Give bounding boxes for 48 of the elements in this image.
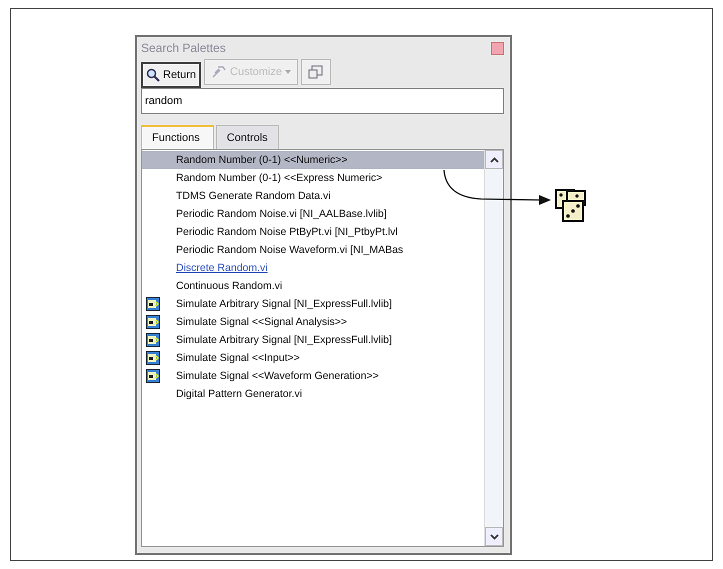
result-label: Random Number (0-1) <<Express Numeric>: [176, 172, 382, 184]
result-row[interactable]: Simulate Arbitrary Signal [NI_ExpressFull.lvlib]: [142, 331, 484, 349]
result-row[interactable]: Simulate Arbitrary Signal [NI_ExpressFull.lvlib]: [142, 295, 484, 313]
express-vi-icon: [146, 315, 160, 329]
result-label: Digital Pattern Generator.vi: [176, 388, 302, 400]
result-label: Periodic Random Noise PtByPt.vi [NI_PtbyPt.lvl: [176, 226, 398, 238]
result-label: Simulate Signal <<Input>>: [176, 352, 300, 364]
return-button[interactable]: Return: [141, 62, 202, 88]
result-row[interactable]: Periodic Random Noise.vi [NI_AALBase.lvlib]: [142, 205, 484, 223]
result-label: Continuous Random.vi: [176, 280, 282, 292]
wrench-icon: [211, 65, 228, 79]
result-label: Simulate Arbitrary Signal [NI_ExpressFull.lvlib]: [176, 298, 392, 310]
result-row[interactable]: Discrete Random.vi: [142, 259, 484, 277]
window-title: Search Palettes: [141, 41, 226, 55]
result-row[interactable]: Simulate Signal <<Signal Analysis>>: [142, 313, 484, 331]
result-label: TDMS Generate Random Data.vi: [176, 190, 331, 202]
result-label: Periodic Random Noise.vi [NI_AALBase.lvlib]: [176, 208, 387, 220]
express-vi-icon: [146, 369, 160, 383]
window-icon: [308, 65, 324, 79]
window-button[interactable]: [301, 59, 331, 85]
result-row[interactable]: Periodic Random Noise PtByPt.vi [NI_PtbyPt.lvl: [142, 223, 484, 241]
scrollbar[interactable]: [484, 150, 503, 546]
search-icon: [146, 68, 160, 82]
express-vi-icon: [146, 351, 160, 365]
result-label: Simulate Arbitrary Signal [NI_ExpressFull.lvlib]: [176, 334, 392, 346]
result-row[interactable]: Continuous Random.vi: [142, 277, 484, 295]
result-label: Periodic Random Noise Waveform.vi [NI_MABas: [176, 244, 404, 256]
result-row[interactable]: Digital Pattern Generator.vi: [142, 385, 484, 403]
express-vi-icon: [146, 297, 160, 311]
close-button[interactable]: [491, 42, 504, 54]
scroll-up-button[interactable]: [485, 150, 503, 169]
scroll-down-button[interactable]: [485, 527, 503, 546]
tab[interactable]: Functions: [141, 125, 214, 149]
dice-icon: [553, 187, 589, 223]
result-label: Random Number (0-1) <<Numeric>>: [176, 154, 348, 166]
result-label: Simulate Signal <<Waveform Generation>>: [176, 370, 379, 382]
caret-icon: [285, 70, 291, 74]
tab[interactable]: Controls: [216, 125, 279, 149]
search-field[interactable]: random: [141, 88, 504, 114]
result-row[interactable]: Random Number (0-1) <<Numeric>>: [142, 151, 484, 169]
result-row[interactable]: Periodic Random Noise Waveform.vi [NI_MABas: [142, 241, 484, 259]
result-row[interactable]: TDMS Generate Random Data.vi: [142, 187, 484, 205]
result-row[interactable]: Simulate Signal <<Waveform Generation>>: [142, 367, 484, 385]
result-label: Simulate Signal <<Signal Analysis>>: [176, 316, 348, 328]
result-link[interactable]: Discrete Random.vi: [176, 262, 268, 274]
result-row[interactable]: Simulate Signal <<Input>>: [142, 349, 484, 367]
result-row[interactable]: Random Number (0-1) <<Express Numeric>: [142, 169, 484, 187]
express-vi-icon: [146, 333, 160, 347]
